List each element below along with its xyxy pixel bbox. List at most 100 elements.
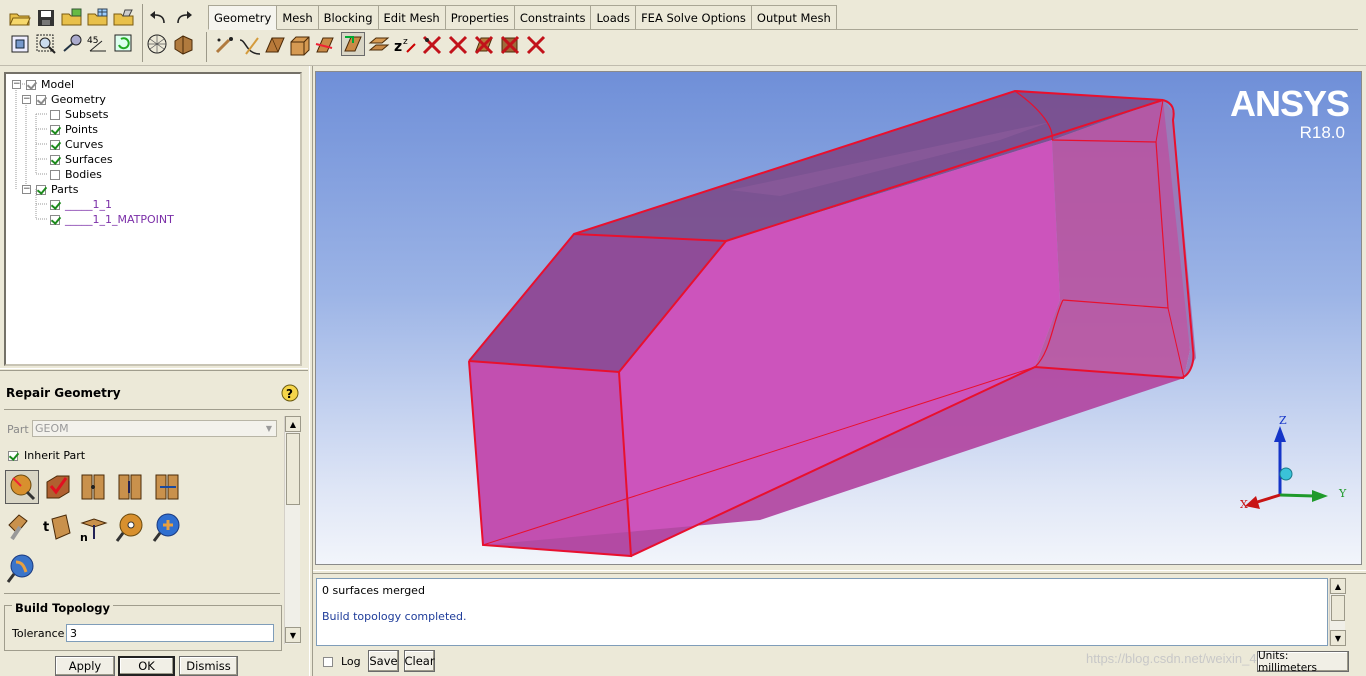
tab-mesh[interactable]: Mesh bbox=[276, 5, 319, 29]
bodies-checkbox[interactable] bbox=[50, 169, 60, 180]
transform-geometry-icon[interactable] bbox=[367, 33, 391, 57]
model-checkbox[interactable] bbox=[26, 79, 36, 90]
tolerance-input[interactable] bbox=[66, 624, 274, 642]
tree-item-part-1-1-matpoint[interactable]: _____ 1_1_MATPOINT bbox=[50, 212, 174, 227]
tree-item-part-1-1[interactable]: _____ 1_1 bbox=[50, 197, 112, 212]
collapse-icon[interactable]: − bbox=[22, 185, 31, 194]
create-surface-icon[interactable] bbox=[263, 33, 287, 57]
split-folded-surfaces-icon[interactable] bbox=[5, 510, 39, 544]
refresh-view-icon[interactable] bbox=[112, 32, 136, 56]
panel-scrollbar[interactable]: ▲ ▼ bbox=[284, 416, 301, 644]
subsets-checkbox[interactable] bbox=[50, 109, 60, 120]
surfaces-checkbox[interactable] bbox=[50, 154, 60, 165]
units-button[interactable]: Units: millimeters bbox=[1257, 650, 1349, 674]
vertical-splitter[interactable] bbox=[309, 66, 313, 676]
tab-constraints[interactable]: Constraints bbox=[513, 5, 592, 29]
panel-splitter[interactable] bbox=[0, 368, 308, 371]
scroll-up-icon[interactable]: ▲ bbox=[285, 416, 301, 432]
tab-edit-mesh[interactable]: Edit Mesh bbox=[377, 5, 446, 29]
help-icon[interactable]: ? bbox=[281, 384, 299, 402]
measure-distance-icon[interactable] bbox=[60, 32, 84, 56]
feature-detect-bolt-holes-icon[interactable] bbox=[114, 510, 148, 544]
delete-body-icon[interactable] bbox=[498, 33, 522, 57]
adjust-varying-thickness-icon[interactable]: t bbox=[41, 510, 75, 544]
restore-dormant-icon[interactable]: zz bbox=[393, 33, 417, 57]
create-curve-icon[interactable] bbox=[238, 33, 262, 57]
dismiss-button[interactable]: Dismiss bbox=[179, 656, 238, 676]
tree-item-bodies[interactable]: Bodies bbox=[50, 167, 102, 182]
axis-y-label: Y bbox=[1339, 487, 1347, 500]
model-3d-view[interactable] bbox=[316, 72, 1361, 564]
tree-item-model[interactable]: − Model bbox=[12, 77, 74, 92]
modify-surface-normals-icon[interactable]: n bbox=[77, 510, 111, 544]
save-project-icon[interactable] bbox=[34, 6, 58, 30]
scroll-down-icon[interactable]: ▼ bbox=[1330, 630, 1346, 646]
scroll-up-icon[interactable]: ▲ bbox=[1330, 578, 1346, 594]
geometry-checkbox[interactable] bbox=[36, 94, 46, 105]
collapse-icon[interactable]: − bbox=[12, 80, 21, 89]
parts-checkbox[interactable] bbox=[36, 184, 46, 195]
clear-log-button[interactable]: Clear bbox=[404, 650, 435, 672]
open-project-icon[interactable] bbox=[8, 6, 32, 30]
log-checkbox[interactable] bbox=[323, 656, 333, 667]
log-option[interactable]: Log bbox=[323, 655, 361, 668]
check-geometry-icon[interactable] bbox=[41, 470, 75, 504]
remove-holes-icon[interactable] bbox=[114, 470, 148, 504]
horizontal-splitter[interactable] bbox=[313, 570, 1366, 574]
part-1-1-checkbox[interactable] bbox=[50, 199, 60, 210]
scroll-down-icon[interactable]: ▼ bbox=[285, 627, 301, 643]
zoom-box-icon[interactable] bbox=[34, 32, 58, 56]
create-point-icon[interactable] bbox=[213, 33, 237, 57]
build-diagnostic-topology-icon[interactable] bbox=[5, 470, 39, 504]
delete-point-icon[interactable] bbox=[420, 33, 444, 57]
repair-geometry-icon[interactable] bbox=[341, 32, 365, 56]
graphics-viewport[interactable]: ANSYS R18.0 Z X Y bbox=[315, 71, 1362, 565]
tab-properties[interactable]: Properties bbox=[444, 5, 515, 29]
delete-surface-icon[interactable] bbox=[472, 33, 496, 57]
message-window[interactable]: 0 surfaces merged Build topology complet… bbox=[316, 578, 1328, 646]
open-mesh-icon[interactable] bbox=[86, 6, 110, 30]
inherit-part-checkbox[interactable] bbox=[8, 450, 18, 461]
tree-item-subsets[interactable]: Subsets bbox=[50, 107, 108, 122]
tab-geometry[interactable]: Geometry bbox=[208, 5, 278, 30]
tab-loads[interactable]: Loads bbox=[590, 5, 637, 29]
scroll-thumb[interactable] bbox=[286, 433, 300, 505]
close-holes-icon[interactable] bbox=[77, 470, 111, 504]
scroll-thumb[interactable] bbox=[1331, 595, 1345, 621]
tree-item-parts[interactable]: − Parts bbox=[22, 182, 78, 197]
part-select[interactable]: GEOM bbox=[32, 420, 277, 437]
inherit-part-option[interactable]: Inherit Part bbox=[8, 449, 85, 462]
create-face-icon[interactable] bbox=[313, 33, 337, 57]
delete-any-entity-icon[interactable] bbox=[524, 33, 548, 57]
tree-item-points[interactable]: Points bbox=[50, 122, 98, 137]
solid-shading-icon[interactable] bbox=[172, 32, 196, 56]
part-label: Part bbox=[7, 423, 29, 436]
open-geometry-icon[interactable] bbox=[60, 6, 84, 30]
curves-checkbox[interactable] bbox=[50, 139, 60, 150]
fit-window-icon[interactable] bbox=[8, 32, 32, 56]
tab-output-mesh[interactable]: Output Mesh bbox=[750, 5, 837, 29]
undo-icon[interactable] bbox=[146, 6, 170, 30]
tree-item-surfaces[interactable]: Surfaces bbox=[50, 152, 113, 167]
tree-item-curves[interactable]: Curves bbox=[50, 137, 103, 152]
wireframe-icon[interactable] bbox=[146, 32, 170, 56]
message-scrollbar[interactable]: ▲ ▼ bbox=[1329, 578, 1346, 646]
dropdown-arrow-icon[interactable]: ▼ bbox=[262, 421, 276, 436]
part-matpoint-checkbox[interactable] bbox=[50, 214, 60, 225]
delete-curve-icon[interactable] bbox=[446, 33, 470, 57]
stitch-match-edges-icon[interactable] bbox=[151, 470, 185, 504]
feature-detect-fillets-icon[interactable] bbox=[5, 551, 39, 585]
feature-detect-buttons-icon[interactable] bbox=[151, 510, 185, 544]
ok-button[interactable]: OK bbox=[118, 656, 175, 676]
tab-fea-solve-options[interactable]: FEA Solve Options bbox=[635, 5, 752, 29]
redo-icon[interactable] bbox=[172, 6, 196, 30]
tree-item-geometry[interactable]: − Geometry bbox=[22, 92, 106, 107]
save-log-button[interactable]: Save bbox=[368, 650, 399, 672]
tab-blocking[interactable]: Blocking bbox=[317, 5, 379, 29]
create-body-icon[interactable] bbox=[288, 33, 312, 57]
measure-angle-icon[interactable]: 45 bbox=[86, 32, 110, 56]
open-blocking-icon[interactable] bbox=[112, 6, 136, 30]
apply-button[interactable]: Apply bbox=[55, 656, 115, 676]
points-checkbox[interactable] bbox=[50, 124, 60, 135]
collapse-icon[interactable]: − bbox=[22, 95, 31, 104]
